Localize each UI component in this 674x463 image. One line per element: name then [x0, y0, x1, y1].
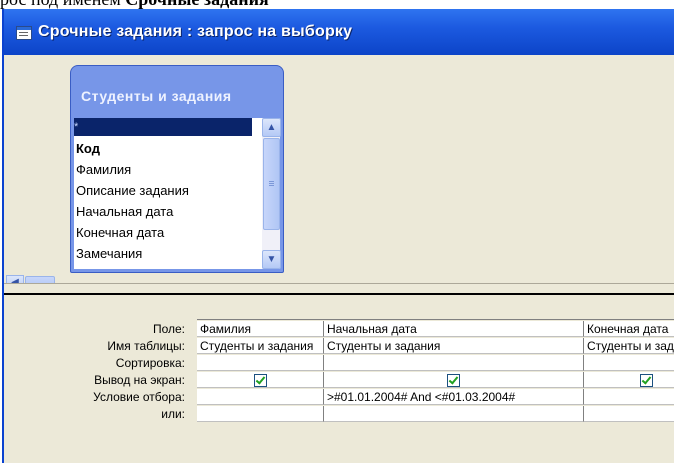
row-label-criteria: Условие отбора:	[93, 390, 185, 404]
field-zamechaniya[interactable]: Замечания	[76, 243, 142, 264]
row-sort: Сортировка:	[4, 355, 674, 372]
document-caption: рос под именем Срочные задания	[0, 0, 269, 9]
row-field: Поле: Фамилия Начальная дата Конечная да…	[4, 321, 674, 338]
show-checkbox-3[interactable]	[640, 374, 653, 387]
grip-icon	[269, 181, 274, 182]
field-cell-3[interactable]: Конечная дата	[584, 321, 674, 337]
or-cell-2[interactable]	[324, 406, 584, 422]
sort-cell-1[interactable]	[197, 355, 324, 371]
row-label-or: или:	[161, 407, 185, 421]
scroll-up-icon[interactable]: ▲	[262, 118, 281, 137]
or-cell-1[interactable]	[197, 406, 324, 422]
field-cell-2[interactable]: Начальная дата	[324, 321, 584, 337]
table-pane[interactable]: Студенты и задания * Код Фамилия Описани…	[4, 55, 674, 291]
query-icon	[16, 26, 32, 40]
column-selector-2[interactable]	[324, 304, 585, 320]
field-opisanie[interactable]: Описание задания	[76, 180, 189, 201]
row-label-field: Поле:	[152, 322, 185, 336]
table-cell-3[interactable]: Студенты и задания	[584, 338, 674, 354]
pane-splitter[interactable]	[4, 283, 674, 304]
field-konechnaya-data[interactable]: Конечная дата	[76, 222, 164, 243]
caption-prefix: рос под именем	[0, 0, 125, 9]
row-criteria: Условие отбора: >#01.01.2004# And <#01.0…	[4, 389, 674, 406]
row-show: Вывод на экран:	[4, 372, 674, 389]
show-cell-2[interactable]	[324, 372, 584, 388]
show-cell-3[interactable]	[584, 372, 674, 388]
sort-cell-3[interactable]	[584, 355, 674, 371]
row-or: или:	[4, 406, 674, 423]
window-title: Срочные задания : запрос на выборку	[38, 23, 353, 40]
table-cell-2[interactable]: Студенты и задания	[324, 338, 584, 354]
row-label-table: Имя таблицы:	[107, 339, 185, 353]
field-familiya[interactable]: Фамилия	[76, 159, 131, 180]
field-kod[interactable]: Код	[76, 138, 100, 159]
field-nachalnaya-data[interactable]: Начальная дата	[76, 201, 173, 222]
field-list-title[interactable]: Студенты и задания	[81, 88, 232, 104]
show-checkbox-1[interactable]	[253, 374, 267, 387]
field-list-window[interactable]: Студенты и задания * Код Фамилия Описани…	[70, 65, 284, 273]
or-cell-3[interactable]	[584, 406, 674, 422]
show-cell-1[interactable]	[197, 372, 324, 388]
scroll-down-icon[interactable]: ▼	[262, 250, 281, 269]
column-selector-3[interactable]	[584, 304, 674, 320]
criteria-cell-1[interactable]	[197, 389, 324, 405]
design-grid: Поле: Фамилия Начальная дата Конечная да…	[4, 304, 674, 463]
table-cell-1[interactable]: Студенты и задания	[197, 338, 324, 354]
query-window: Срочные задания : запрос на выборку Студ…	[2, 9, 674, 463]
field-all[interactable]: *	[74, 118, 252, 136]
field-list[interactable]: * Код Фамилия Описание задания Начальная…	[74, 118, 280, 269]
field-list-scrollbar[interactable]: ▲ ▼	[262, 118, 281, 269]
sort-cell-2[interactable]	[324, 355, 584, 371]
scroll-thumb[interactable]	[263, 138, 280, 230]
row-label-sort: Сортировка:	[115, 356, 185, 370]
title-bar[interactable]: Срочные задания : запрос на выборку	[4, 9, 674, 55]
show-checkbox-2[interactable]	[447, 374, 460, 387]
criteria-cell-2[interactable]: >#01.01.2004# And <#01.03.2004#	[324, 389, 584, 405]
row-table: Имя таблицы: Студенты и задания Студенты…	[4, 338, 674, 355]
column-selector-1[interactable]	[197, 304, 325, 320]
field-cell-1[interactable]: Фамилия	[197, 321, 324, 337]
criteria-cell-3[interactable]	[584, 389, 674, 405]
row-label-show: Вывод на экран:	[94, 373, 185, 387]
caption-bold: Срочные задания	[125, 0, 268, 9]
